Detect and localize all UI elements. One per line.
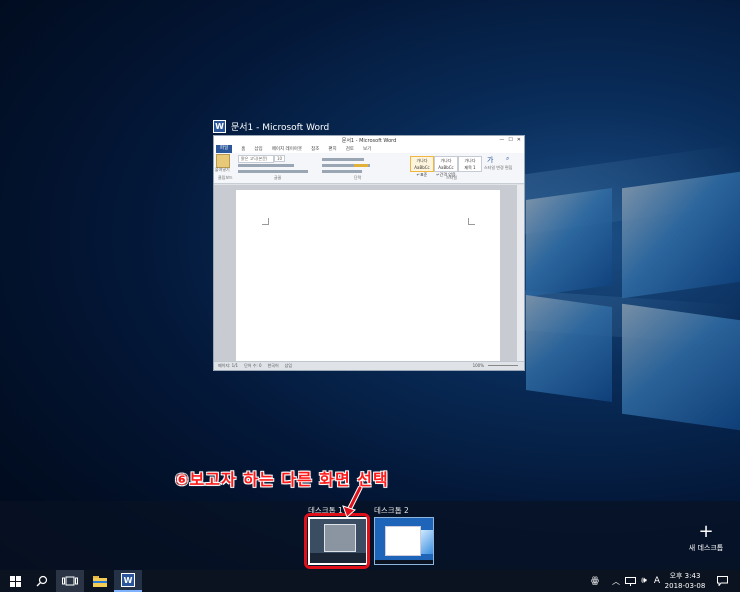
clock[interactable]: 오후 3:43 2018-03-08 bbox=[662, 571, 708, 591]
tab-references: 참조 bbox=[311, 147, 320, 152]
paste-label: 붙여넣기 bbox=[215, 167, 230, 172]
font-format-buttons bbox=[238, 170, 308, 173]
new-desktop-button[interactable]: + 새 데스크톱 bbox=[685, 523, 727, 553]
zoom-slider bbox=[488, 365, 518, 366]
word-taskbar-button[interactable]: W bbox=[114, 570, 142, 592]
word-icon: W bbox=[213, 119, 226, 133]
status-words: 단어 수: 0 bbox=[244, 363, 262, 368]
status-insert-mode: 삽입 bbox=[284, 363, 293, 368]
style-normal: 가나다AaBbCc ↵표준 bbox=[410, 156, 434, 177]
network-icon[interactable] bbox=[623, 570, 637, 592]
document-area bbox=[214, 185, 524, 362]
word-titlebar-text: 문서1 - Microsoft Word bbox=[341, 138, 397, 144]
tab-review: 검토 bbox=[345, 147, 354, 152]
edit-label: 편집 bbox=[505, 165, 513, 170]
maximize-icon: ☐ bbox=[508, 137, 513, 143]
task-view-icon[interactable] bbox=[56, 570, 84, 592]
search-icon[interactable] bbox=[30, 570, 54, 592]
desktop-2-label: 데스크톱 2 bbox=[374, 506, 409, 515]
chevron-up-icon[interactable]: ︿ bbox=[610, 570, 622, 592]
margin-mark bbox=[262, 218, 269, 225]
paragraph-buttons bbox=[322, 170, 362, 173]
notification-icon[interactable] bbox=[714, 570, 730, 592]
zoom-control: 100% bbox=[473, 363, 518, 368]
style-heading-1: 가나다제목 1 bbox=[458, 156, 482, 172]
change-styles-icon: 가 bbox=[487, 156, 494, 164]
clock-date: 2018-03-08 bbox=[664, 582, 706, 590]
status-bar: 페이지: 1/1 단어 수: 0 한국어 삽입 100% bbox=[214, 361, 524, 370]
group-label-styles: 스타일 bbox=[446, 175, 458, 180]
clock-time: 오후 3:43 bbox=[669, 572, 701, 580]
tab-page-layout: 페이지 레이아웃 bbox=[271, 147, 303, 152]
people-icon[interactable]: ꙮ bbox=[588, 570, 602, 592]
document-page bbox=[236, 190, 500, 362]
group-label-font: 글꼴 bbox=[274, 175, 282, 180]
plus-icon: + bbox=[698, 521, 714, 542]
vertical-scrollbar bbox=[517, 185, 524, 362]
paste-icon bbox=[216, 154, 230, 168]
tab-file: 파일 bbox=[216, 145, 233, 153]
ribbon: 붙여넣기 맑은 고딕(본문) 10 가나다AaBbCc ↵표준 가나다AaBbCc… bbox=[214, 153, 524, 184]
paragraph-buttons bbox=[322, 158, 364, 161]
thumbnail-taskbar bbox=[375, 560, 433, 564]
virtual-desktops-bar bbox=[0, 501, 740, 570]
pointer-arrow bbox=[342, 486, 363, 518]
group-label-paragraph: 단락 bbox=[354, 175, 362, 180]
group-label-clipboard: 클립보드 bbox=[218, 175, 233, 180]
change-styles-label: 스타일 변경 bbox=[484, 165, 504, 170]
tab-insert: 삽입 bbox=[254, 147, 263, 152]
tab-view: 보기 bbox=[362, 147, 372, 152]
new-desktop-label: 새 데스크톱 bbox=[688, 544, 724, 552]
margin-mark bbox=[468, 218, 475, 225]
style-name: ↵표준 bbox=[416, 172, 428, 177]
word-icon: W bbox=[121, 573, 135, 587]
tab-mailings: 편지 bbox=[328, 147, 337, 152]
tab-home: 홈 bbox=[241, 147, 246, 152]
windows-start-icon[interactable] bbox=[0, 570, 30, 592]
ribbon-tabs: 파일 홈 삽입 페이지 레이아웃 참조 편지 검토 보기 bbox=[214, 145, 524, 153]
thumbnail-window bbox=[385, 526, 421, 556]
word-titlebar: 문서1 - Microsoft Word — ☐ ✕ bbox=[214, 136, 524, 145]
volume-icon[interactable]: 🕪 bbox=[638, 570, 650, 592]
zoom-value: 100% bbox=[472, 363, 484, 368]
find-icon: ⌕ bbox=[506, 155, 510, 162]
word-window-preview[interactable]: 문서1 - Microsoft Word — ☐ ✕ 파일 홈 삽입 페이지 레이아… bbox=[213, 135, 525, 371]
window-preview-title[interactable]: W 문서1 - Microsoft Word bbox=[213, 119, 329, 133]
selection-highlight bbox=[304, 513, 370, 569]
thumbnail-wallpaper-logo bbox=[421, 530, 433, 554]
highlight-button bbox=[354, 164, 368, 167]
font-format-buttons bbox=[238, 164, 294, 167]
style-no-spacing: 가나다AaBbCc ↵간격 없음 bbox=[434, 156, 458, 177]
file-explorer-icon[interactable] bbox=[86, 570, 114, 592]
style-sample: 가나다AaBbCc bbox=[414, 158, 430, 170]
style-sample: 가나다 bbox=[464, 158, 476, 163]
style-name: 제목 1 bbox=[464, 165, 476, 170]
minimize-icon: — bbox=[499, 137, 505, 143]
status-page: 페이지: 1/1 bbox=[218, 363, 239, 368]
desktop-2-thumbnail[interactable] bbox=[374, 517, 434, 565]
status-language: 한국어 bbox=[267, 363, 279, 368]
font-name-box: 맑은 고딕(본문) bbox=[238, 155, 274, 163]
font-size-box: 10 bbox=[274, 155, 286, 162]
style-sample: 가나다AaBbCc bbox=[438, 158, 454, 170]
close-icon: ✕ bbox=[516, 137, 521, 143]
window-title-text: 문서1 - Microsoft Word bbox=[231, 122, 330, 133]
